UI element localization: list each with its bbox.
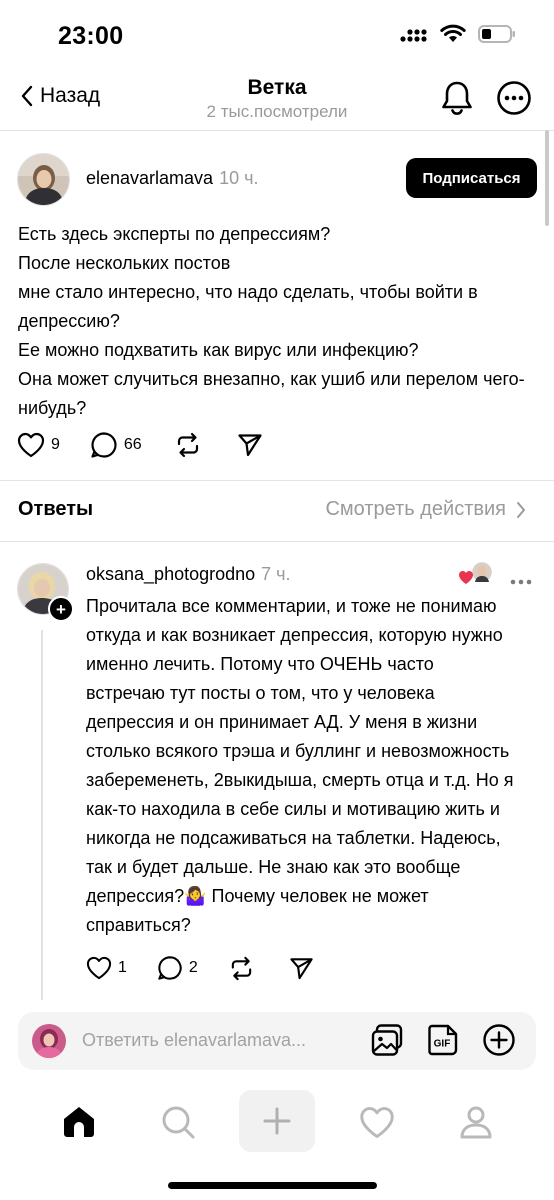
status-time: 23:00: [58, 22, 124, 50]
post-line: Она может случиться внезапно, как ушиб и…: [18, 369, 525, 418]
chevron-right-icon: [517, 501, 525, 518]
nav-create[interactable]: [239, 1090, 315, 1152]
view-activity-label: Смотреть действия: [325, 498, 506, 520]
home-indicator[interactable]: [168, 1182, 377, 1189]
svg-text:GIF: GIF: [434, 1039, 451, 1050]
heart-icon: [86, 956, 112, 980]
reply-like-button[interactable]: 1: [86, 956, 127, 980]
reply-input[interactable]: Ответить elenavarlamava...: [82, 1030, 306, 1051]
profile-icon: [460, 1106, 492, 1139]
post-time: 10 ч.: [219, 168, 259, 188]
liked-by-avatar: [459, 560, 494, 584]
repost-icon: [177, 432, 198, 458]
post-comment-count: 66: [123, 436, 142, 453]
post-share-button[interactable]: [237, 432, 263, 458]
composer-avatar: [32, 1024, 66, 1058]
nav-search[interactable]: [140, 1090, 216, 1154]
reply-like-count: 1: [118, 959, 127, 976]
post-actions: 9 66: [17, 431, 263, 459]
post-divider: [0, 480, 554, 481]
reply-body: Прочитала все комментарии, и тоже не пон…: [86, 596, 514, 935]
follow-plus-badge[interactable]: +: [48, 596, 74, 622]
post-line: После нескольких постов: [18, 253, 231, 273]
reply-more-button[interactable]: [510, 572, 532, 590]
post-like-button[interactable]: 9: [17, 432, 60, 458]
comment-icon: [91, 432, 117, 458]
add-attachment-button[interactable]: [482, 1023, 516, 1062]
red-heart-icon: [459, 571, 473, 584]
send-icon: [238, 434, 262, 457]
plus-icon: [263, 1107, 291, 1135]
notifications-button[interactable]: [440, 80, 474, 121]
post-like-count: 9: [51, 436, 60, 453]
reply-comment-button[interactable]: 2: [157, 955, 198, 981]
post-author[interactable]: elenavarlamava: [86, 168, 213, 188]
comment-icon: [158, 956, 182, 980]
reply-repost-button[interactable]: [229, 956, 254, 981]
status-icons: [400, 24, 516, 44]
repost-icon: [231, 956, 252, 980]
more-options-button[interactable]: [496, 80, 532, 121]
nav-home[interactable]: [41, 1090, 117, 1154]
more-circle-icon: [497, 81, 531, 115]
gif-button[interactable]: GIF: [427, 1023, 459, 1062]
reply-actions: 1 2: [86, 955, 314, 981]
wifi-icon: [440, 24, 466, 42]
scrollbar[interactable]: [545, 130, 549, 226]
battery-icon: [478, 25, 515, 43]
reply-share-button[interactable]: [289, 956, 314, 981]
reply-time: 7 ч.: [261, 564, 291, 584]
view-activity-link[interactable]: Смотреть действия: [325, 498, 526, 521]
heart-icon: [17, 432, 45, 458]
attach-image-button[interactable]: [370, 1023, 404, 1062]
heart-icon: [360, 1106, 394, 1138]
nav-activity[interactable]: [339, 1090, 415, 1154]
home-icon: [64, 1107, 94, 1137]
post-body: Есть здесь эксперты по депрессиям? После…: [18, 220, 538, 423]
header-divider: [0, 130, 554, 131]
post-author-line: elenavarlamava 10 ч.: [86, 168, 258, 189]
send-icon: [290, 957, 313, 979]
post-line: Ее можно подхватить как вирус или инфекц…: [18, 340, 419, 360]
liked-by-author-indicator[interactable]: [458, 560, 494, 586]
image-gallery-icon: [371, 1024, 403, 1056]
post-line: Есть здесь эксперты по депрессиям?: [18, 224, 331, 244]
author-avatar-image: [18, 154, 69, 205]
reply-author-line: oksana_photogrodno 7 ч.: [86, 564, 291, 585]
post-line: мне стало интересно, что надо сделать, ч…: [18, 282, 478, 331]
gif-icon: GIF: [428, 1024, 458, 1056]
thread-line: [41, 630, 43, 1000]
search-icon: [162, 1106, 195, 1139]
follow-button[interactable]: Подписаться: [406, 158, 537, 198]
composer-avatar-image: [32, 1024, 66, 1058]
post-comment-button[interactable]: 66: [90, 431, 142, 459]
replies-divider: [0, 541, 554, 542]
author-avatar[interactable]: [17, 153, 70, 206]
replies-title: Ответы: [18, 498, 94, 520]
nav-profile[interactable]: [438, 1090, 514, 1154]
bell-icon: [442, 81, 472, 115]
cellular-signal-icon: [400, 29, 427, 42]
post-repost-button[interactable]: [175, 432, 201, 458]
more-horizontal-icon: [510, 579, 532, 585]
reply-author[interactable]: oksana_photogrodno: [86, 564, 255, 584]
reply-comment-count: 2: [188, 959, 198, 976]
add-circle-icon: [483, 1024, 515, 1056]
